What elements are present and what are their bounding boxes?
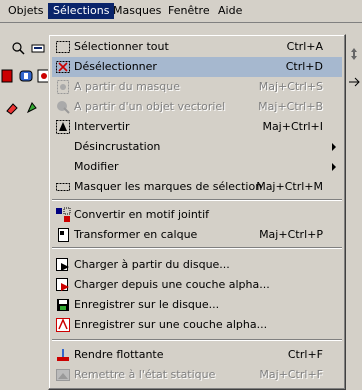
menu-item-load-from-alpha[interactable]: Charger depuis une couche alpha... (52, 275, 342, 295)
menu-item-shortcut: Maj+Ctrl+M (256, 180, 323, 193)
submenu-arrow-icon (332, 143, 336, 151)
menu-item-save-to-disk[interactable]: Enregistrer sur le disque... (52, 295, 342, 315)
background-toolbar-right (346, 40, 362, 100)
keyboard-icon[interactable] (30, 40, 46, 56)
arrow-icon[interactable] (346, 74, 362, 90)
menu-item-modify[interactable]: Modifier (52, 157, 342, 177)
deselect-icon (55, 59, 71, 75)
menu-item-shortcut: Maj+Ctrl+I (262, 120, 323, 133)
menu-selections[interactable]: Sélections (48, 3, 115, 19)
menu-item-shortcut: Maj+Ctrl+F (259, 368, 323, 381)
menu-item-label: A partir du masque (74, 80, 181, 93)
menu-item-label: Désincrustation (74, 140, 161, 153)
submenu-arrow-icon (332, 163, 336, 171)
menu-item-label: Intervertir (74, 120, 130, 133)
defloat-icon (55, 367, 71, 383)
menu-item-label: Enregistrer sur le disque... (74, 298, 220, 311)
seamless-pattern-icon (55, 207, 71, 223)
menu-item-promote-to-layer[interactable]: Transformer en calque Maj+Ctrl+P (52, 225, 342, 245)
menu-item-label: Rendre flottante (74, 348, 164, 361)
menu-item-label: Remettre à l'état statique (74, 368, 216, 381)
menu-item-save-to-alpha[interactable]: Enregistrer sur une couche alpha... (52, 315, 342, 335)
menu-item-invert[interactable]: Intervertir Maj+Ctrl+I (52, 117, 342, 137)
vector-object-icon (55, 99, 71, 115)
menu-item-label: Charger à partir du disque... (74, 258, 230, 271)
menu-item-select-all[interactable]: Sélectionner tout Ctrl+A (52, 37, 342, 57)
menu-item-label: Modifier (74, 160, 119, 173)
menu-item-shortcut: Maj+Ctrl+B (258, 100, 323, 113)
menu-item-load-from-disk[interactable]: Charger à partir du disque... (52, 255, 342, 275)
menu-aide[interactable]: Aide (213, 3, 247, 19)
menu-item-from-vector-object[interactable]: A partir d'un objet vectoriel Maj+Ctrl+B (52, 97, 342, 117)
menu-item-convert-seamless[interactable]: Convertir en motif jointif (52, 205, 342, 225)
selections-dropdown-menu: Sélectionner tout Ctrl+A Désélectionner … (48, 34, 346, 390)
menu-item-defloat[interactable]: Remettre à l'état statique Maj+Ctrl+F (52, 365, 342, 385)
menu-item-from-mask[interactable]: A partir du masque Maj+Ctrl+S (52, 77, 342, 97)
promote-layer-icon (55, 227, 71, 243)
menu-item-shortcut: Maj+Ctrl+P (259, 228, 323, 241)
menu-item-shortcut: Ctrl+A (286, 40, 323, 53)
menu-separator (52, 339, 342, 341)
toggle-icon[interactable] (18, 68, 34, 84)
menu-item-label: Enregistrer sur une couche alpha... (74, 318, 268, 331)
menu-item-hide-marquee[interactable]: Masquer les marques de sélection Maj+Ctr… (52, 177, 342, 197)
zoom-icon[interactable] (10, 40, 26, 56)
background-toolbar (0, 38, 52, 115)
menu-item-float[interactable]: Rendre flottante Ctrl+F (52, 345, 342, 365)
load-disk-icon (55, 257, 71, 273)
menu-objets[interactable]: Objets (3, 3, 49, 19)
menu-item-deselect[interactable]: Désélectionner Ctrl+D (52, 57, 342, 77)
save-alpha-icon (55, 317, 71, 333)
hide-marquee-icon (55, 179, 71, 195)
eraser-icon[interactable] (4, 100, 20, 116)
menu-item-shortcut: Ctrl+D (285, 60, 323, 73)
menu-item-label: Masquer les marques de sélection (74, 180, 263, 193)
menu-item-matting[interactable]: Désincrustation (52, 137, 342, 157)
menu-separator (52, 199, 342, 201)
menu-masques[interactable]: Masques (108, 3, 166, 19)
menubar: Objets Sélections Masques Fenêtre Aide (0, 0, 362, 23)
menu-fenetre[interactable]: Fenêtre (163, 3, 215, 19)
from-mask-icon (55, 79, 71, 95)
menu-item-label: A partir d'un objet vectoriel (74, 100, 226, 113)
menu-item-label: Désélectionner (74, 60, 157, 73)
menu-item-label: Transformer en calque (74, 228, 198, 241)
menu-item-shortcut: Maj+Ctrl+S (258, 80, 323, 93)
invert-icon (55, 119, 71, 135)
float-icon (55, 347, 71, 363)
paint-icon[interactable] (24, 100, 40, 116)
color-swatch-icon[interactable] (0, 68, 16, 84)
save-disk-icon (55, 297, 71, 313)
load-alpha-icon (55, 277, 71, 293)
menu-item-shortcut: Ctrl+F (287, 348, 323, 361)
menu-item-label: Charger depuis une couche alpha... (74, 278, 270, 291)
menu-item-label: Sélectionner tout (74, 40, 169, 53)
menu-item-label: Convertir en motif jointif (74, 208, 210, 221)
menu-separator (52, 247, 342, 249)
select-all-icon (55, 39, 71, 55)
move-arrows-icon[interactable] (346, 46, 362, 62)
